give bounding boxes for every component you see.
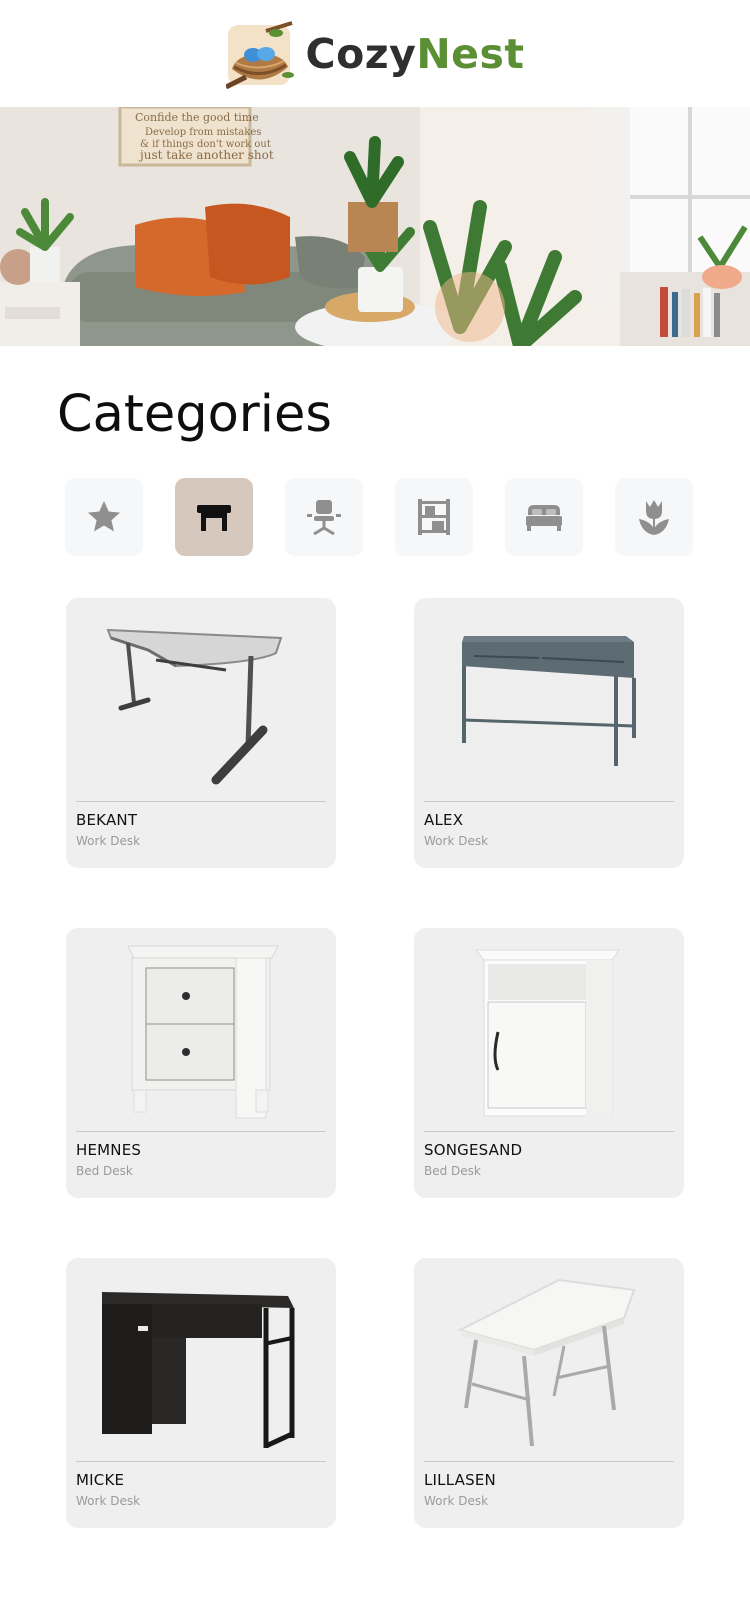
product-name: HEMNES [76,1141,142,1159]
tulip-icon [639,500,669,535]
product-card-bekant[interactable]: BEKANT Work Desk [66,598,336,868]
product-type: Work Desk [76,1494,141,1508]
product-type: Work Desk [424,834,489,848]
shelf-icon [418,499,450,535]
brand-logo[interactable]: CozyNest [225,19,525,89]
product-card-alex[interactable]: ALEX Work Desk [414,598,684,868]
brand-name-part1: Cozy [305,29,417,78]
category-storage[interactable] [395,478,473,556]
bed-icon [526,505,562,531]
svg-text:Confide the good time: Confide the good time [135,111,259,124]
card-divider [76,801,326,802]
product-card-songesand[interactable]: SONGESAND Bed Desk [414,928,684,1198]
star-icon [88,501,120,532]
svg-text:Develop from mistakes: Develop from mistakes [145,127,261,138]
product-card-lillasen[interactable]: LILLASEN Work Desk [414,1258,684,1528]
white-cabinet-nightstand-image [474,949,620,1118]
product-card-hemnes[interactable]: HEMNES Bed Desk [66,928,336,1198]
product-type: Work Desk [424,1494,489,1508]
category-favorites[interactable] [65,478,143,556]
svg-text:just take another shot: just take another shot [138,148,274,162]
two-drawer-nightstand-image [127,945,279,1119]
category-tabs [65,478,693,556]
black-desk-image [102,1292,295,1449]
corner-desk-image [106,628,283,785]
brand-name-part2: Nest [416,29,525,78]
product-type: Bed Desk [424,1164,481,1178]
product-type: Bed Desk [76,1164,133,1178]
category-decor[interactable] [615,478,693,556]
product-name: BEKANT [76,811,138,829]
desk-icon [197,505,231,531]
product-name: LILLASEN [424,1471,496,1489]
brand-name: CozyNest [306,30,525,78]
product-name: SONGESAND [424,1141,523,1159]
category-chairs[interactable] [285,478,363,556]
card-divider [424,1131,674,1132]
grey-drawer-desk-image [462,636,636,766]
bird-nest-icon [225,20,294,89]
office-chair-icon [307,500,341,536]
product-name: ALEX [424,811,464,829]
product-card-micke[interactable]: MICKE Work Desk [66,1258,336,1528]
white-legs-desk-image [457,1278,636,1447]
categories-title: Categories [57,385,332,444]
category-desks[interactable] [175,478,253,556]
app-header: CozyNest [0,0,750,107]
product-name: MICKE [76,1471,125,1489]
product-type: Work Desk [76,834,141,848]
card-divider [424,1461,674,1462]
hero-banner-image: Confide the good time Develop from mista… [0,107,750,346]
card-divider [76,1131,326,1132]
card-divider [424,801,674,802]
category-beds[interactable] [505,478,583,556]
card-divider [76,1461,326,1462]
